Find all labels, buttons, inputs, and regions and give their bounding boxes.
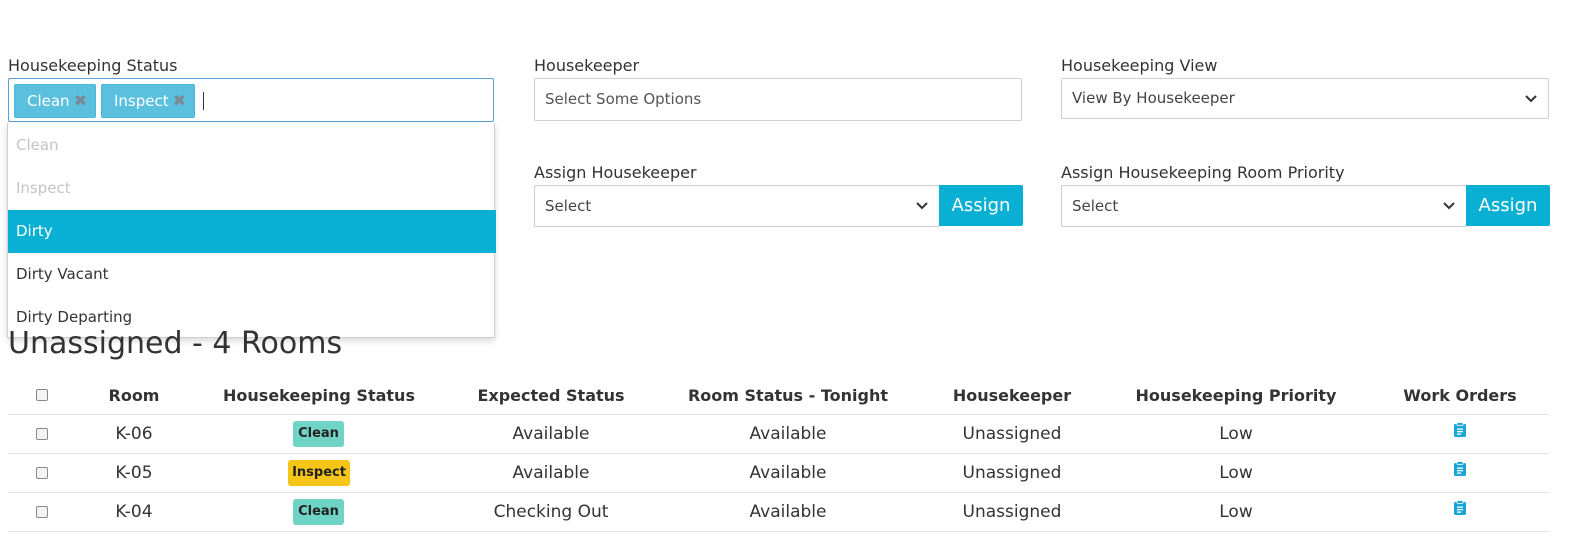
clipboard-icon[interactable] [1453,500,1467,516]
clipboard-icon[interactable] [1453,461,1467,477]
option-dirty[interactable]: Dirty [8,210,496,253]
priority-value: Low [1219,463,1253,483]
assign-housekeeper-button[interactable]: Assign [939,185,1023,226]
row-divider [8,531,1549,532]
chevron-down-icon [1443,202,1455,210]
row-checkbox[interactable] [36,506,48,518]
room-number: K-06 [115,424,153,444]
status-badge: Clean [293,421,344,447]
assign-priority-select[interactable]: Select [1061,185,1467,227]
housekeeper-label: Housekeeper [534,56,640,75]
room-status-tonight: Available [749,502,827,522]
status-badge: Clean [293,499,344,525]
assign-housekeeper-label: Assign Housekeeper [534,163,697,182]
room-number: K-04 [115,502,153,522]
row-divider [8,453,1549,454]
assign-priority-value: Select [1072,197,1119,215]
select-all-checkbox[interactable] [36,389,48,401]
housekeeper-value: Unassigned [962,424,1062,444]
option-dirty-vacant[interactable]: Dirty Vacant [8,253,496,296]
room-number: K-05 [115,463,153,483]
option-inspect: Inspect [16,179,71,197]
remove-chip-icon[interactable]: ✖ [173,85,186,117]
housekeeper-input[interactable]: Select Some Options [534,78,1022,121]
row-checkbox[interactable] [36,428,48,440]
chevron-down-icon [916,202,928,210]
room-status-tonight: Available [749,424,827,444]
header-housekeeping-status: Housekeeping Status [223,386,415,405]
header-room: Room [108,386,160,405]
chip-label: Clean [27,92,70,110]
housekeeping-status-multiselect[interactable]: Clean ✖ Inspect ✖ [8,78,494,122]
status-badge: Inspect [288,460,350,486]
housekeeping-view-label: Housekeeping View [1061,56,1218,75]
header-housekeeper: Housekeeper [952,386,1072,405]
housekeeper-placeholder: Select Some Options [545,90,702,108]
housekeeper-value: Unassigned [962,502,1062,522]
housekeeping-view-value: View By Housekeeper [1072,89,1235,107]
room-status-tonight: Available [749,463,827,483]
housekeeper-value: Unassigned [962,463,1062,483]
row-divider [8,492,1549,493]
header-work-orders: Work Orders [1403,386,1517,405]
text-cursor [203,92,204,110]
assign-priority-button[interactable]: Assign [1466,185,1550,226]
status-chip-inspect: Inspect ✖ [101,84,195,118]
clipboard-icon[interactable] [1453,422,1467,438]
remove-chip-icon[interactable]: ✖ [74,85,87,117]
priority-value: Low [1219,424,1253,444]
housekeeping-status-dropdown: Clean Inspect Dirty Dirty Vacant Dirty D… [7,123,496,338]
header-room-status-tonight: Room Status - Tonight [687,386,888,405]
housekeeping-status-label: Housekeeping Status [8,56,178,75]
assign-priority-label: Assign Housekeeping Room Priority [1061,163,1345,182]
chevron-down-icon [1525,94,1537,102]
housekeeping-view-select[interactable]: View By Housekeeper [1061,78,1549,119]
priority-value: Low [1219,502,1253,522]
header-expected-status: Expected Status [477,386,625,405]
assign-housekeeper-select[interactable]: Select [534,185,940,227]
expected-status: Checking Out [493,502,609,522]
expected-status: Available [512,463,590,483]
assign-housekeeper-value: Select [545,197,592,215]
expected-status: Available [512,424,590,444]
row-checkbox[interactable] [36,467,48,479]
section-title: Unassigned - 4 Rooms [8,326,343,361]
status-chip-clean: Clean ✖ [14,84,96,118]
option-clean: Clean [16,136,59,154]
header-housekeeping-priority: Housekeeping Priority [1135,386,1337,405]
chip-label: Inspect [114,92,169,110]
row-divider [8,414,1549,415]
